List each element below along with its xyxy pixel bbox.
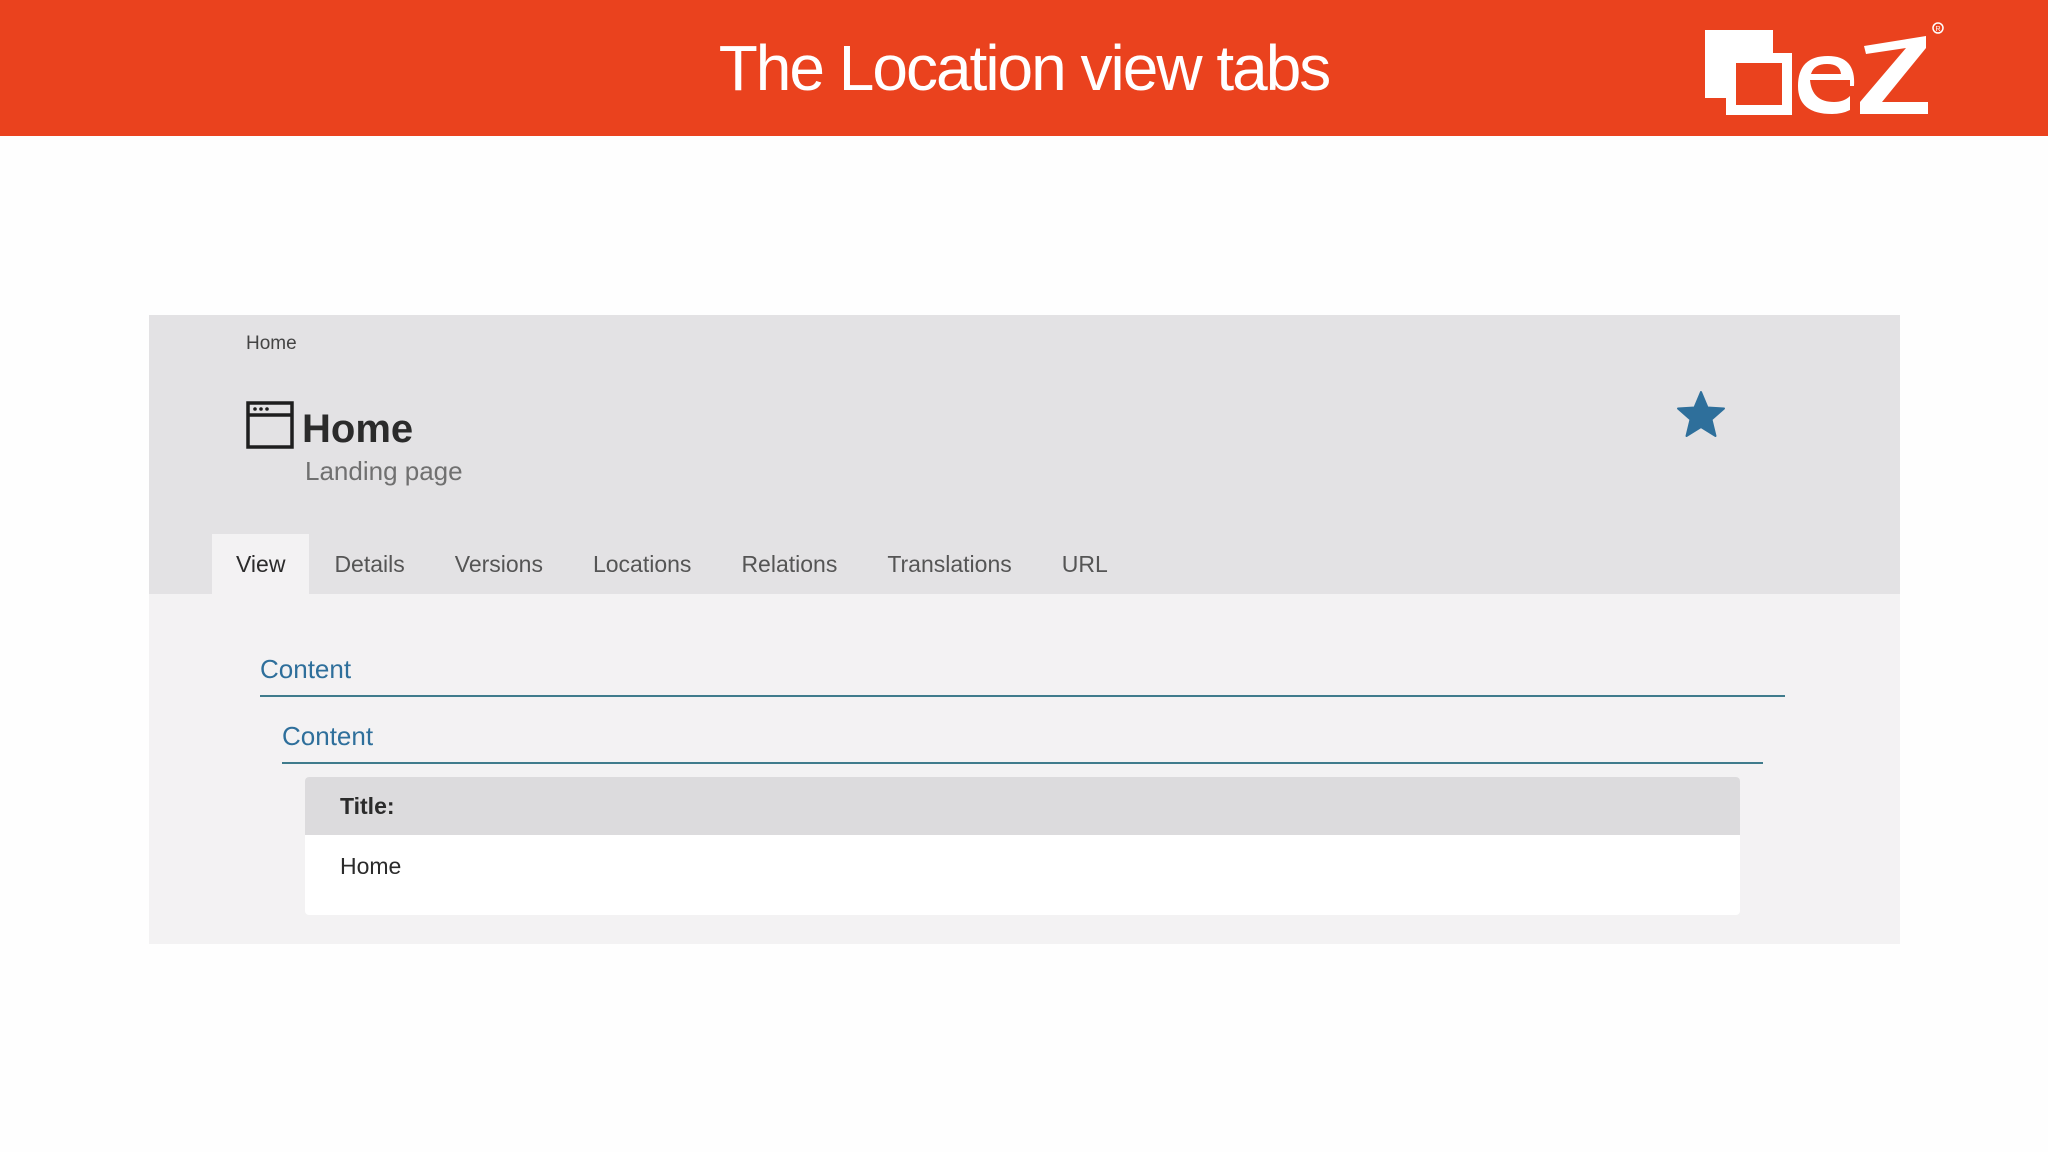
tab-relations[interactable]: Relations: [716, 534, 862, 594]
breadcrumb[interactable]: Home: [246, 333, 297, 355]
location-view-panel: Home Home Landing page View Details Vers…: [149, 315, 1900, 944]
tab-translations[interactable]: Translations: [862, 534, 1036, 594]
star-icon[interactable]: [1675, 389, 1727, 441]
content-section-header: Content: [260, 651, 1785, 697]
location-header: Home Home Landing page View Details Vers…: [149, 315, 1900, 594]
location-tabs: View Details Versions Locations Relation…: [212, 534, 1133, 594]
landing-page-icon: [246, 401, 294, 449]
header-banner: The Location view tabs eZ R: [0, 0, 2048, 136]
svg-text:R: R: [1935, 26, 1940, 33]
tab-view[interactable]: View: [212, 534, 310, 594]
tab-url[interactable]: URL: [1037, 534, 1133, 594]
page-title: Home: [302, 407, 414, 451]
field-value: Home: [340, 853, 402, 879]
content-fieldgroup-header: Content: [282, 718, 1763, 764]
field-label: Title:: [305, 777, 1740, 835]
field-card: Title: Home: [305, 777, 1740, 915]
tab-details[interactable]: Details: [309, 534, 429, 594]
tab-locations[interactable]: Locations: [568, 534, 716, 594]
content-type-label: Landing page: [305, 456, 463, 486]
tab-versions[interactable]: Versions: [430, 534, 568, 594]
ez-logo: eZ R: [1700, 16, 1950, 120]
